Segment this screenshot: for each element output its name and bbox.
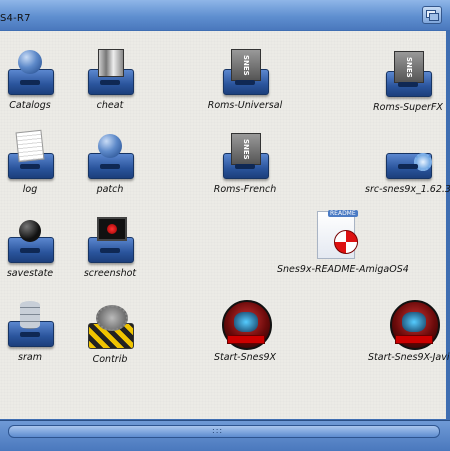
start-snes9x-tool[interactable]: Start-Snes9X [200, 299, 290, 363]
snes-tag: SNES [231, 133, 261, 165]
depth-gadget-icon[interactable] [422, 6, 442, 24]
snes9x-game-icon [389, 299, 440, 350]
roms-superfx-drawer[interactable]: SNES Roms-SuperFX [363, 49, 450, 113]
patch-drawer[interactable]: patch [65, 131, 155, 195]
contrib-drawer-icon [86, 301, 134, 349]
icon-label: savestate [6, 268, 54, 279]
boing-ball-icon [334, 230, 358, 254]
icon-label: Start-Snes9X [213, 352, 277, 363]
icon-label: src-snes9x_1.62.3 [365, 184, 450, 195]
icon-label: patch [96, 184, 124, 195]
drawer-icon [384, 131, 432, 179]
icon-label: cheat [96, 100, 124, 111]
gears-icon [96, 305, 128, 331]
readme-tag: README [328, 210, 358, 217]
drawer-icon [6, 129, 54, 179]
drawer-icon [6, 47, 54, 95]
drawer-icon [6, 299, 54, 347]
icon-label: Catalogs [9, 100, 51, 111]
bottom-frame: ::: [0, 420, 450, 451]
drawer-icon: SNES [221, 47, 269, 95]
contrib-drawer[interactable]: Contrib [65, 301, 155, 365]
roms-universal-drawer[interactable]: SNES Roms-Universal [200, 47, 290, 111]
icon-label: Snes9x-README-AmigaOS4 [277, 264, 409, 275]
document-icon: README [313, 210, 361, 259]
drawer-icon: SNES [384, 49, 432, 97]
cheat-drawer[interactable]: cheat [65, 47, 155, 111]
icon-label: Roms-French [213, 184, 277, 195]
log-drawer[interactable]: log [0, 129, 75, 195]
icon-label: Contrib [92, 354, 128, 365]
snes9x-banner [395, 335, 433, 344]
sram-drawer[interactable]: sram [0, 299, 75, 363]
savestate-drawer[interactable]: savestate [0, 215, 75, 279]
src-snes9x-drawer[interactable]: src-snes9x_1.62.3 [363, 131, 450, 195]
icon-label: Start-Snes9X-Javier-C [368, 352, 450, 363]
gear-icon [414, 153, 432, 171]
drawer-icon: SNES [221, 131, 269, 179]
catalogs-drawer[interactable]: Catalogs [0, 47, 75, 111]
screenshot-drawer[interactable]: screenshot [65, 215, 155, 279]
readme-document[interactable]: README Snes9x-README-AmigaOS4 [277, 210, 409, 275]
start-snes9x-javier-tool[interactable]: Start-Snes9X-Javier-C [368, 299, 450, 363]
drawer-window-content: Catalogs cheat SNES Roms-Universal SNES … [0, 31, 450, 419]
snes-tag: SNES [231, 49, 261, 81]
drawer-icon [86, 215, 134, 263]
icon-label: Roms-Universal [207, 100, 283, 111]
snes-tag: SNES [394, 51, 424, 83]
icon-label: Roms-SuperFX [373, 102, 443, 113]
window-title: S4-R7 [0, 13, 31, 24]
scroll-grip-icon[interactable]: ::: [212, 427, 223, 435]
icon-label: sram [18, 352, 42, 363]
drawer-icon [86, 131, 134, 179]
icon-label: screenshot [83, 268, 137, 279]
drawer-icon [86, 47, 134, 95]
drawer-icon [6, 215, 54, 263]
monitor-icon [97, 217, 127, 241]
roms-french-drawer[interactable]: SNES Roms-French [200, 131, 290, 195]
title-bar[interactable]: S4-R7 [0, 0, 450, 31]
horizontal-scrollbar[interactable]: ::: [8, 425, 440, 438]
snes9x-game-icon [221, 299, 272, 350]
snes9x-banner [227, 335, 265, 344]
icon-label: log [22, 184, 38, 195]
